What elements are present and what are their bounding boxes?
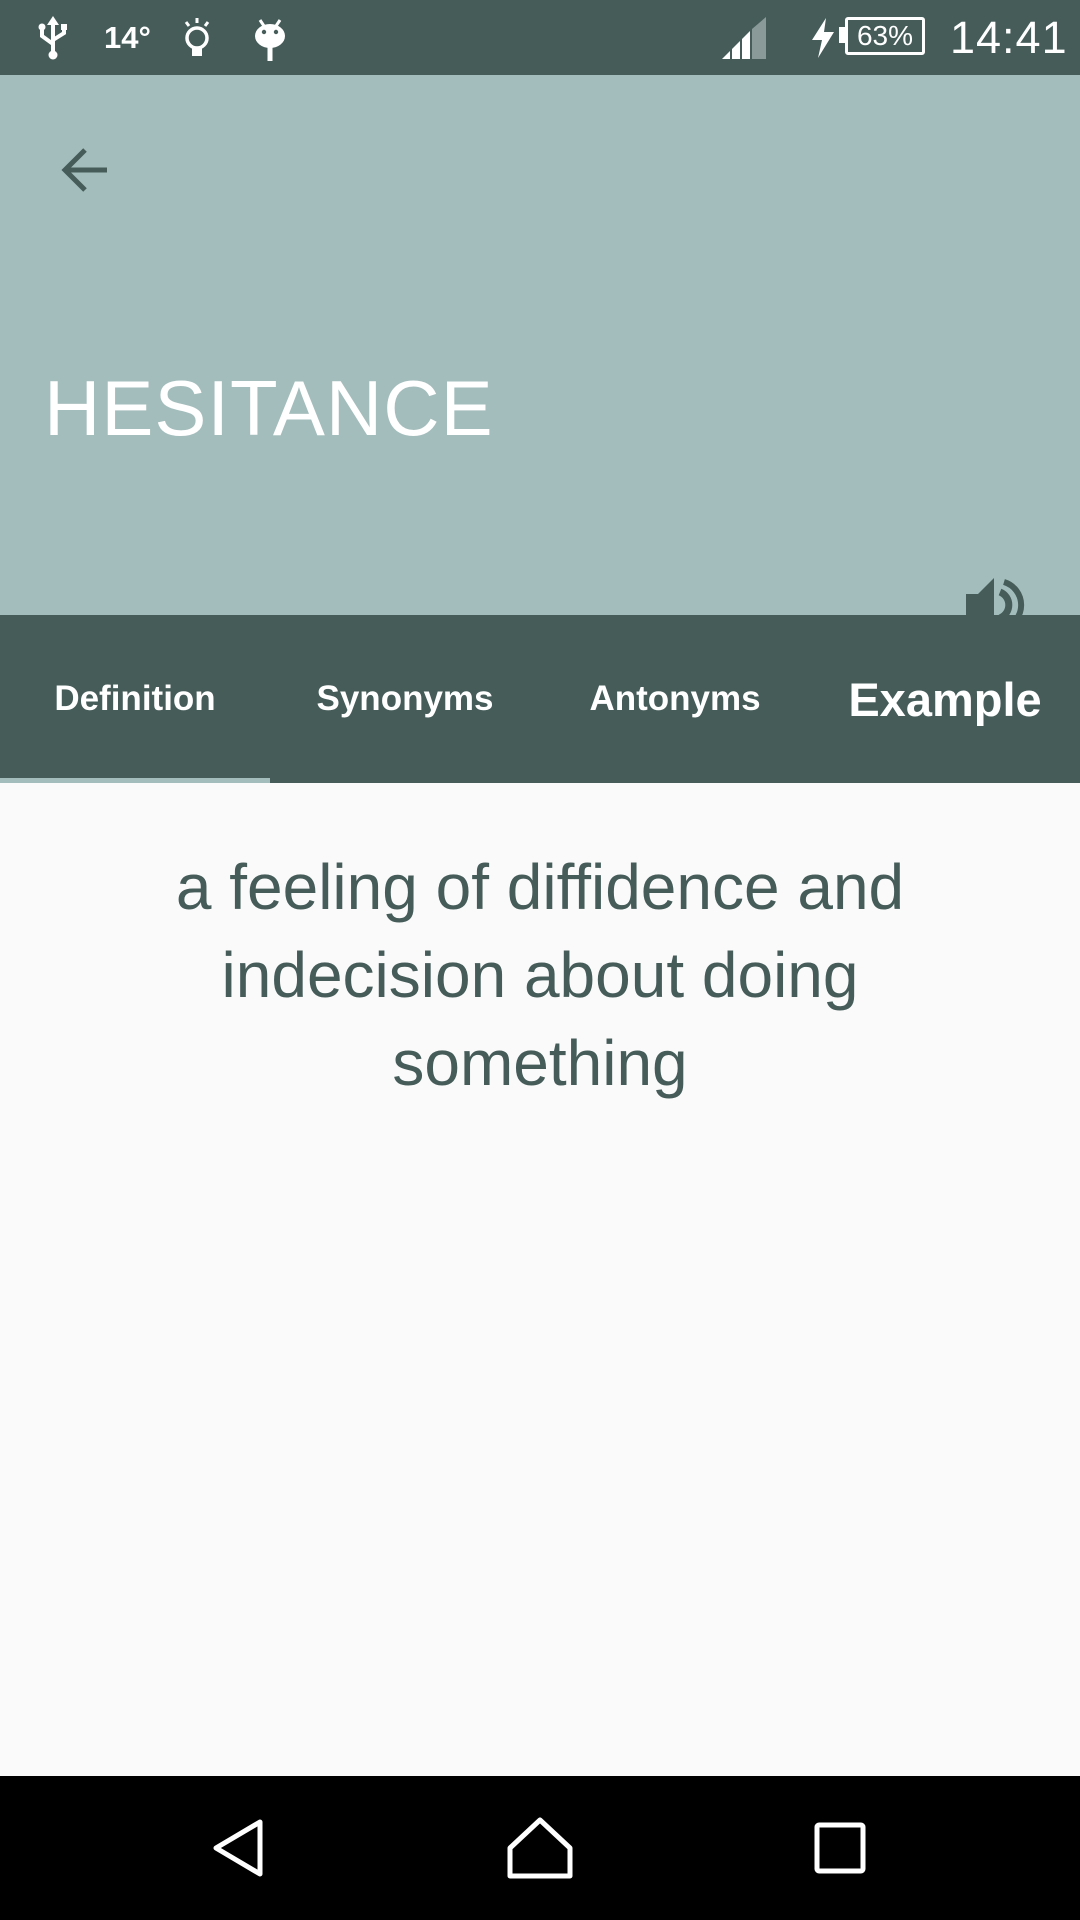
temperature-text: 14°: [104, 19, 151, 55]
tab-bar: Definition Synonyms Antonyms Example: [0, 615, 1080, 783]
charging-icon: [810, 0, 836, 75]
nav-home-icon: [507, 1817, 573, 1879]
word-title: HESITANCE: [44, 364, 494, 452]
tab-synonyms[interactable]: Synonyms: [270, 615, 540, 783]
definition-panel: a feeling of diffidence and indecision a…: [0, 783, 1080, 1776]
definition-text: a feeling of diffidence and indecision a…: [175, 851, 905, 1099]
clock: 14:41: [950, 11, 1068, 63]
usb-icon: [36, 0, 70, 75]
nav-back-button[interactable]: [190, 1798, 290, 1898]
tab-definition[interactable]: Definition: [0, 615, 270, 783]
nav-home-button[interactable]: [490, 1798, 590, 1898]
android-debug-icon: [252, 0, 288, 75]
tab-example[interactable]: Example: [810, 615, 1080, 783]
nav-recents-button[interactable]: [790, 1798, 890, 1898]
battery-percent: 63%: [856, 20, 914, 51]
arrow-left-icon: [61, 148, 107, 192]
status-bar: 14° 63% 14:41: [0, 0, 1080, 75]
nav-back-icon: [213, 1819, 263, 1877]
navigation-bar: [0, 1776, 1080, 1920]
screen: 14° 63% 14:41 HESITANCE Definition Synon…: [0, 0, 1080, 1920]
battery-icon: 63%: [845, 17, 925, 55]
word-header: HESITANCE: [0, 75, 1080, 632]
lightbulb-icon: [180, 0, 214, 75]
nav-recents-icon: [814, 1822, 866, 1874]
back-button[interactable]: [40, 125, 130, 215]
tab-antonyms[interactable]: Antonyms: [540, 615, 810, 783]
signal-icon: [720, 0, 768, 75]
